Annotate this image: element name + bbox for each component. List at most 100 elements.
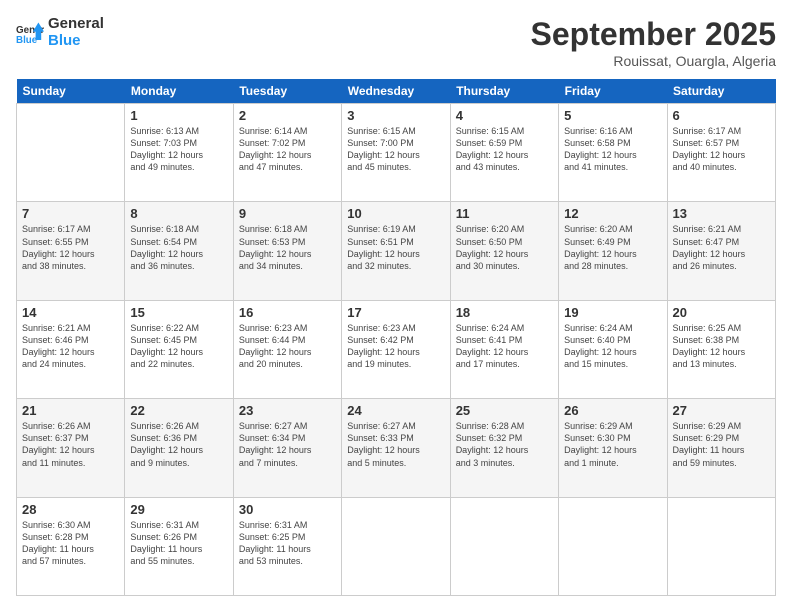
logo-blue: Blue <box>48 33 104 50</box>
calendar-cell: 14 Sunrise: 6:21 AMSunset: 6:46 PMDayligh… <box>17 300 125 398</box>
svg-text:Blue: Blue <box>16 34 38 45</box>
page: General Blue General Blue September 2025… <box>0 0 792 612</box>
header-saturday: Saturday <box>667 79 775 104</box>
day-number: 21 <box>22 403 119 418</box>
calendar-cell: 27 Sunrise: 6:29 AMSunset: 6:29 PMDayligh… <box>667 399 775 497</box>
day-info: Sunrise: 6:29 AMSunset: 6:29 PMDaylight:… <box>673 420 770 469</box>
day-number: 1 <box>130 108 227 123</box>
calendar-cell <box>342 497 450 595</box>
header-sunday: Sunday <box>17 79 125 104</box>
day-number: 3 <box>347 108 444 123</box>
day-number: 27 <box>673 403 770 418</box>
day-number: 29 <box>130 502 227 517</box>
day-info: Sunrise: 6:30 AMSunset: 6:28 PMDaylight:… <box>22 519 119 568</box>
day-info: Sunrise: 6:18 AMSunset: 6:53 PMDaylight:… <box>239 223 336 272</box>
logo-general: General <box>48 16 104 33</box>
day-info: Sunrise: 6:25 AMSunset: 6:38 PMDaylight:… <box>673 322 770 371</box>
day-info: Sunrise: 6:31 AMSunset: 6:25 PMDaylight:… <box>239 519 336 568</box>
day-number: 6 <box>673 108 770 123</box>
calendar-cell: 8Sunrise: 6:18 AMSunset: 6:54 PMDaylight… <box>125 202 233 300</box>
day-number: 22 <box>130 403 227 418</box>
calendar-cell: 19 Sunrise: 6:24 AMSunset: 6:40 PMDayligh… <box>559 300 667 398</box>
calendar-cell: 9 Sunrise: 6:18 AMSunset: 6:53 PMDaylight… <box>233 202 341 300</box>
calendar-cell: 12 Sunrise: 6:20 AMSunset: 6:49 PMDayligh… <box>559 202 667 300</box>
month-title: September 2025 <box>531 16 776 53</box>
calendar-cell: 23 Sunrise: 6:27 AMSunset: 6:34 PMDayligh… <box>233 399 341 497</box>
day-info: Sunrise: 6:26 AMSunset: 6:36 PMDaylight:… <box>130 420 227 469</box>
calendar-cell: 10 Sunrise: 6:19 AMSunset: 6:51 PMDayligh… <box>342 202 450 300</box>
day-number: 14 <box>22 305 119 320</box>
calendar-cell: 1 Sunrise: 6:13 AMSunset: 7:03 PMDaylight… <box>125 104 233 202</box>
calendar-cell: 13Sunrise: 6:21 AMSunset: 6:47 PMDayligh… <box>667 202 775 300</box>
calendar-cell <box>667 497 775 595</box>
day-info: Sunrise: 6:26 AMSunset: 6:37 PMDaylight:… <box>22 420 119 469</box>
day-header-row: Sunday Monday Tuesday Wednesday Thursday… <box>17 79 776 104</box>
day-info: Sunrise: 6:14 AMSunset: 7:02 PMDaylight:… <box>239 125 336 174</box>
day-info: Sunrise: 6:31 AMSunset: 6:26 PMDaylight:… <box>130 519 227 568</box>
week-row-3: 21 Sunrise: 6:26 AMSunset: 6:37 PMDayligh… <box>17 399 776 497</box>
day-info: Sunrise: 6:29 AMSunset: 6:30 PMDaylight:… <box>564 420 661 469</box>
day-number: 19 <box>564 305 661 320</box>
day-info: Sunrise: 6:17 AMSunset: 6:55 PMDaylight:… <box>22 223 119 272</box>
day-info: Sunrise: 6:16 AMSunset: 6:58 PMDaylight:… <box>564 125 661 174</box>
location: Rouissat, Ouargla, Algeria <box>531 53 776 69</box>
calendar-cell: 15 Sunrise: 6:22 AMSunset: 6:45 PMDayligh… <box>125 300 233 398</box>
day-number: 15 <box>130 305 227 320</box>
day-info: Sunrise: 6:20 AMSunset: 6:49 PMDaylight:… <box>564 223 661 272</box>
day-info: Sunrise: 6:22 AMSunset: 6:45 PMDaylight:… <box>130 322 227 371</box>
day-number: 7 <box>22 206 119 221</box>
calendar-cell: 25Sunrise: 6:28 AMSunset: 6:32 PMDayligh… <box>450 399 558 497</box>
day-info: Sunrise: 6:13 AMSunset: 7:03 PMDaylight:… <box>130 125 227 174</box>
calendar-cell: 29 Sunrise: 6:31 AMSunset: 6:26 PMDayligh… <box>125 497 233 595</box>
logo: General Blue General Blue <box>16 16 104 49</box>
day-number: 30 <box>239 502 336 517</box>
header-friday: Friday <box>559 79 667 104</box>
day-info: Sunrise: 6:17 AMSunset: 6:57 PMDaylight:… <box>673 125 770 174</box>
header-tuesday: Tuesday <box>233 79 341 104</box>
day-info: Sunrise: 6:27 AMSunset: 6:33 PMDaylight:… <box>347 420 444 469</box>
calendar-cell: 21 Sunrise: 6:26 AMSunset: 6:37 PMDayligh… <box>17 399 125 497</box>
day-number: 12 <box>564 206 661 221</box>
calendar-cell: 17 Sunrise: 6:23 AMSunset: 6:42 PMDayligh… <box>342 300 450 398</box>
week-row-1: 7 Sunrise: 6:17 AMSunset: 6:55 PMDaylight… <box>17 202 776 300</box>
day-info: Sunrise: 6:24 AMSunset: 6:41 PMDaylight:… <box>456 322 553 371</box>
calendar-cell: 28 Sunrise: 6:30 AMSunset: 6:28 PMDayligh… <box>17 497 125 595</box>
calendar-cell: 16Sunrise: 6:23 AMSunset: 6:44 PMDayligh… <box>233 300 341 398</box>
calendar-table: Sunday Monday Tuesday Wednesday Thursday… <box>16 79 776 596</box>
day-number: 23 <box>239 403 336 418</box>
calendar-cell: 3 Sunrise: 6:15 AMSunset: 7:00 PMDaylight… <box>342 104 450 202</box>
week-row-4: 28 Sunrise: 6:30 AMSunset: 6:28 PMDayligh… <box>17 497 776 595</box>
header-wednesday: Wednesday <box>342 79 450 104</box>
calendar-cell: 20Sunrise: 6:25 AMSunset: 6:38 PMDayligh… <box>667 300 775 398</box>
day-info: Sunrise: 6:21 AMSunset: 6:46 PMDaylight:… <box>22 322 119 371</box>
week-row-0: 1 Sunrise: 6:13 AMSunset: 7:03 PMDaylight… <box>17 104 776 202</box>
day-number: 5 <box>564 108 661 123</box>
calendar-cell: 18 Sunrise: 6:24 AMSunset: 6:41 PMDayligh… <box>450 300 558 398</box>
day-info: Sunrise: 6:23 AMSunset: 6:44 PMDaylight:… <box>239 322 336 371</box>
day-number: 28 <box>22 502 119 517</box>
day-info: Sunrise: 6:15 AMSunset: 7:00 PMDaylight:… <box>347 125 444 174</box>
day-number: 18 <box>456 305 553 320</box>
week-row-2: 14 Sunrise: 6:21 AMSunset: 6:46 PMDayligh… <box>17 300 776 398</box>
calendar-cell: 24Sunrise: 6:27 AMSunset: 6:33 PMDayligh… <box>342 399 450 497</box>
day-info: Sunrise: 6:19 AMSunset: 6:51 PMDaylight:… <box>347 223 444 272</box>
logo-icon: General Blue <box>16 19 44 47</box>
calendar-cell: 26 Sunrise: 6:29 AMSunset: 6:30 PMDayligh… <box>559 399 667 497</box>
calendar-cell <box>17 104 125 202</box>
day-number: 13 <box>673 206 770 221</box>
day-number: 2 <box>239 108 336 123</box>
day-info: Sunrise: 6:20 AMSunset: 6:50 PMDaylight:… <box>456 223 553 272</box>
day-info: Sunrise: 6:27 AMSunset: 6:34 PMDaylight:… <box>239 420 336 469</box>
day-number: 10 <box>347 206 444 221</box>
day-number: 8 <box>130 206 227 221</box>
day-number: 26 <box>564 403 661 418</box>
calendar-cell: 5 Sunrise: 6:16 AMSunset: 6:58 PMDaylight… <box>559 104 667 202</box>
day-number: 17 <box>347 305 444 320</box>
day-number: 9 <box>239 206 336 221</box>
header: General Blue General Blue September 2025… <box>16 16 776 69</box>
calendar-cell: 6 Sunrise: 6:17 AMSunset: 6:57 PMDaylight… <box>667 104 775 202</box>
calendar-cell <box>450 497 558 595</box>
day-info: Sunrise: 6:23 AMSunset: 6:42 PMDaylight:… <box>347 322 444 371</box>
day-info: Sunrise: 6:24 AMSunset: 6:40 PMDaylight:… <box>564 322 661 371</box>
calendar-cell: 11Sunrise: 6:20 AMSunset: 6:50 PMDayligh… <box>450 202 558 300</box>
